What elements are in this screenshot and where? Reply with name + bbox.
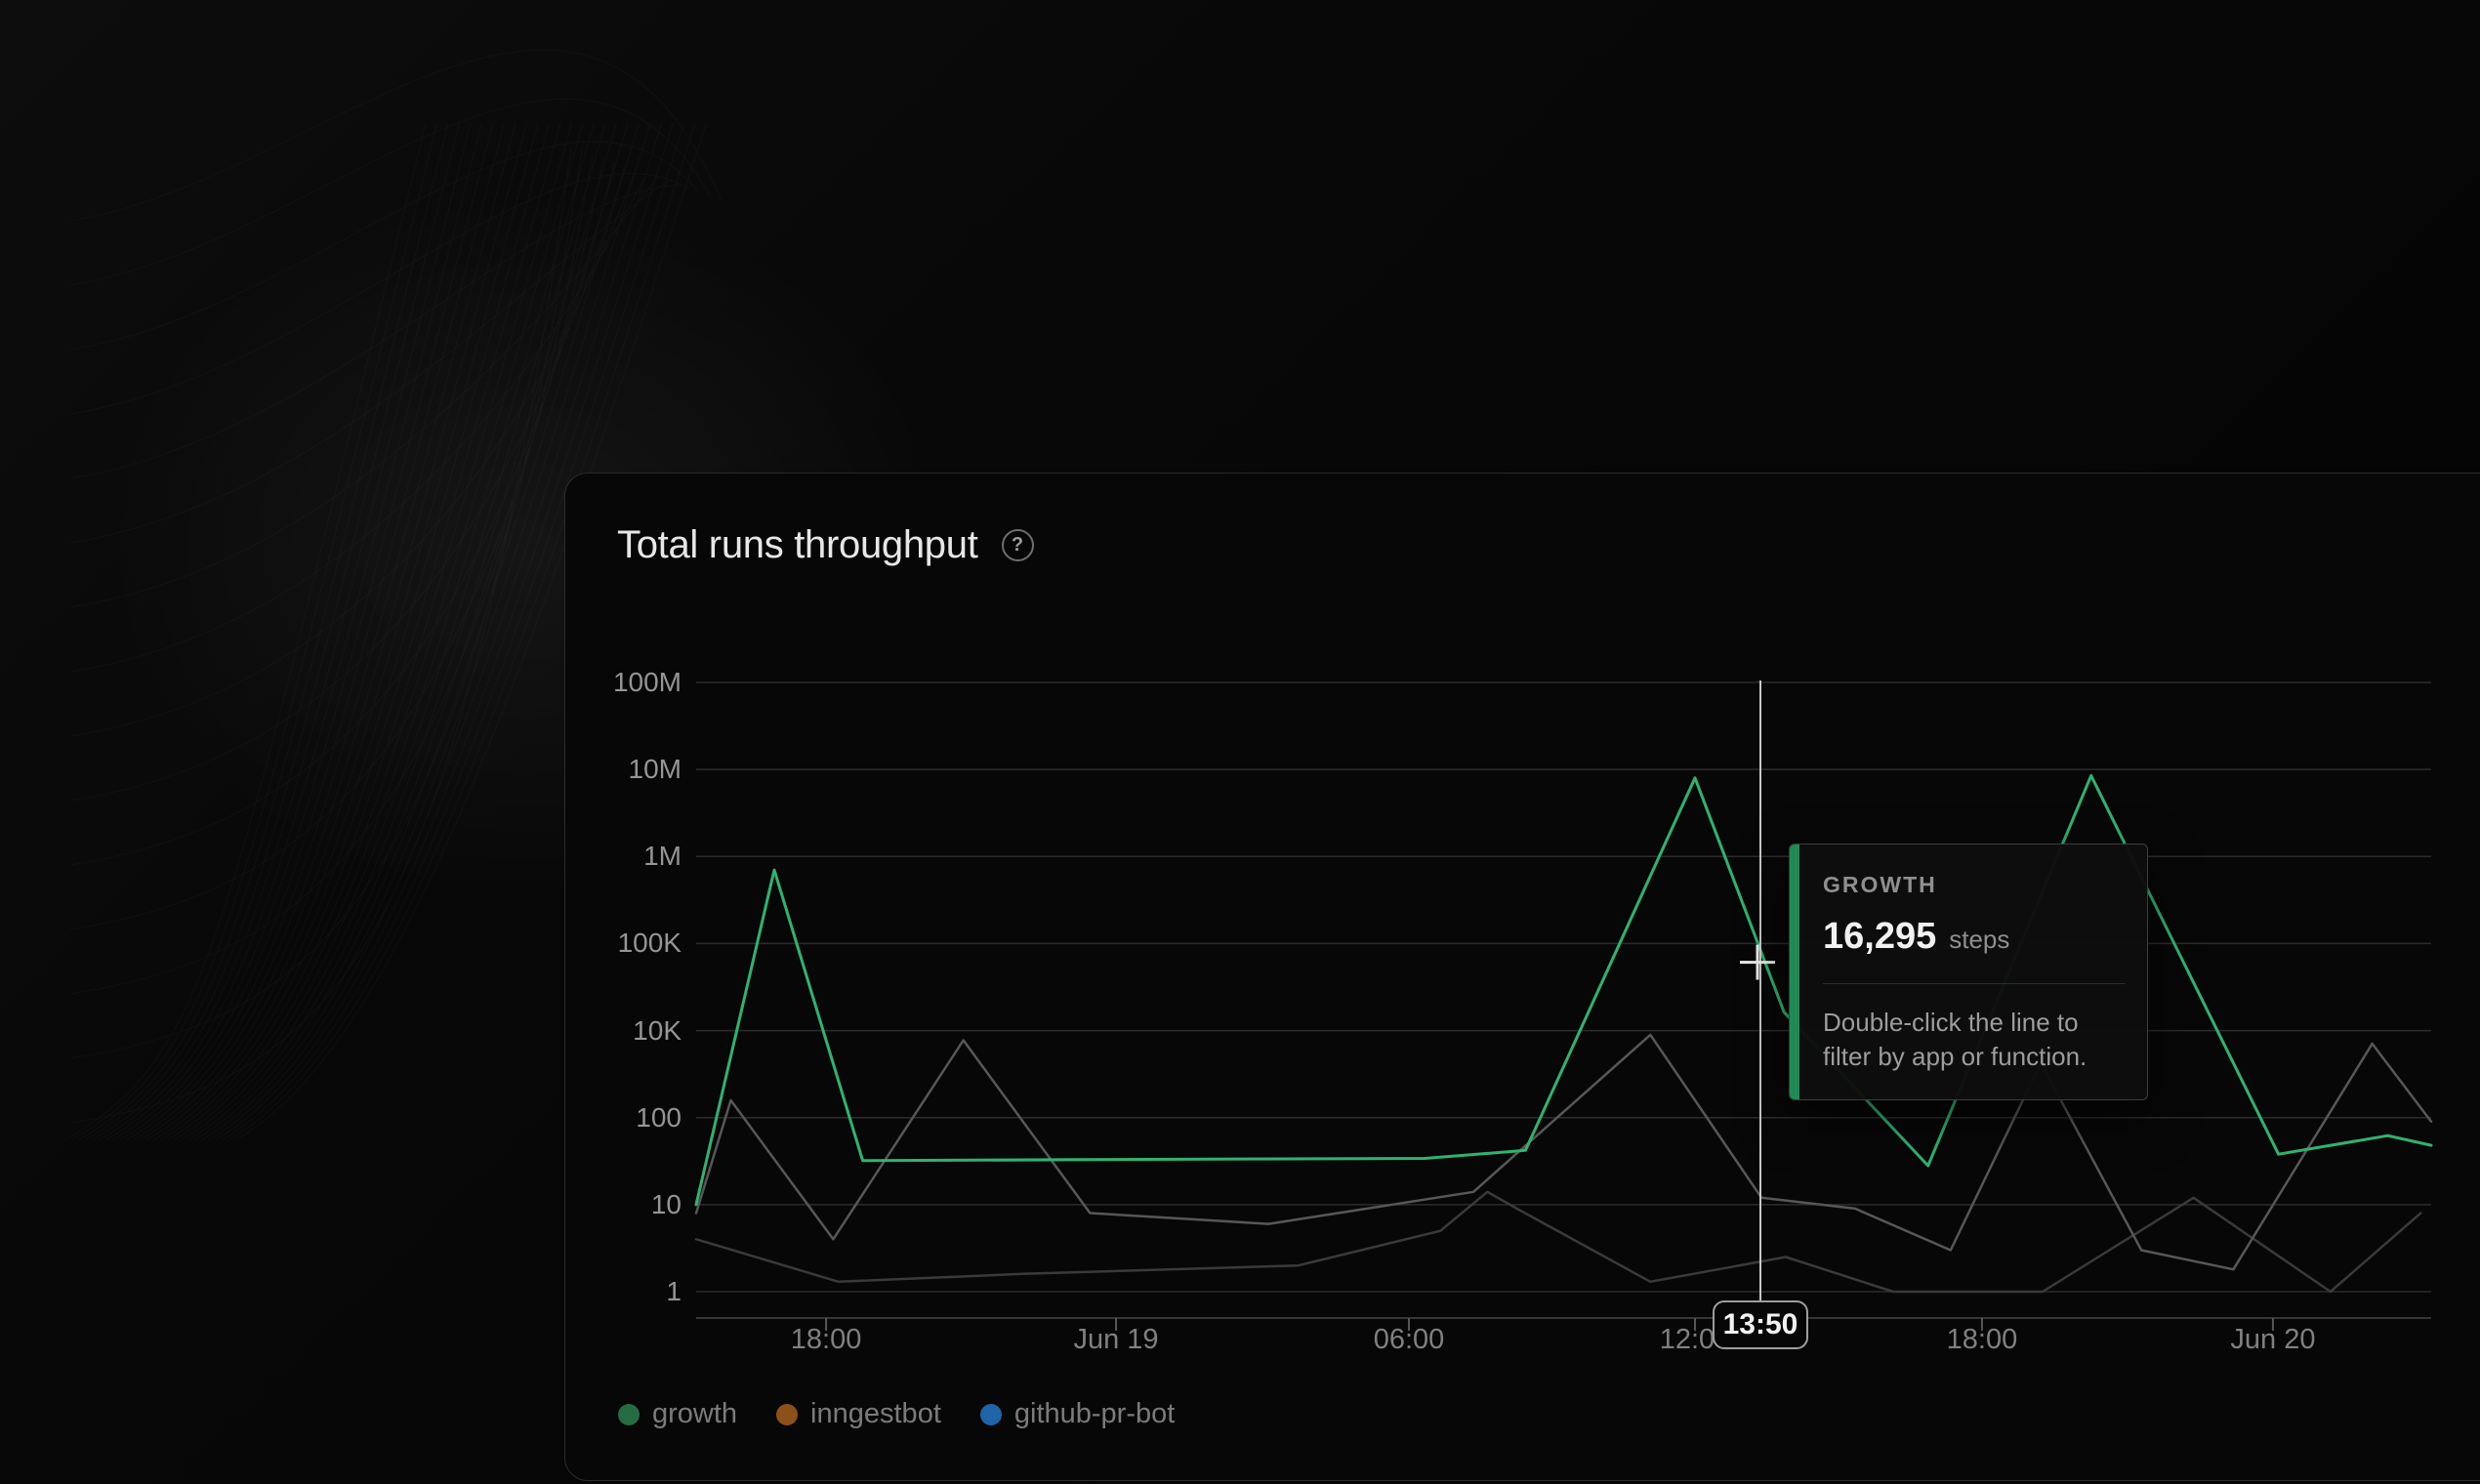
help-icon[interactable]: ? <box>1002 529 1034 561</box>
tooltip-body: GROWTH 16,295 steps Double-click the lin… <box>1790 845 2147 1099</box>
y-axis-label: 1 <box>0 1277 682 1306</box>
legend-dot-icon <box>618 1404 640 1425</box>
chart-legend: growth inngestbot github-pr-bot <box>618 1398 1175 1430</box>
card-header: Total runs throughput ? <box>617 523 1034 567</box>
y-axis-label: 1M <box>0 842 682 871</box>
chart-tooltip: GROWTH 16,295 steps Double-click the lin… <box>1789 844 2148 1100</box>
x-axis-label: Jun 20 <box>2175 1324 2371 1355</box>
tooltip-hint: Double-click the line to filter by app o… <box>1823 1006 2121 1074</box>
tooltip-accent-bar <box>1790 845 1799 1099</box>
dashboard-page: Total runs throughput ? 100M 10M 1M 100K 10K… <box>0 0 2480 1484</box>
y-axis-label: 10 <box>0 1190 682 1219</box>
legend-item-growth[interactable]: growth <box>618 1398 737 1430</box>
x-axis-label: 18:00 <box>728 1324 924 1355</box>
y-axis-label: 10K <box>0 1016 682 1046</box>
y-axis-label: 100M <box>0 668 682 697</box>
time-cursor-label: 13:50 <box>1723 1308 1798 1341</box>
legend-label: growth <box>652 1398 737 1430</box>
x-axis-label: 18:00 <box>1884 1324 2080 1355</box>
legend-item-inngestbot[interactable]: inngestbot <box>776 1398 941 1430</box>
y-axis-label: 100K <box>0 928 682 958</box>
legend-dot-icon <box>776 1404 798 1425</box>
x-axis-label: 06:00 <box>1311 1324 1507 1355</box>
tooltip-series-name: GROWTH <box>1823 872 2126 898</box>
legend-dot-icon <box>980 1404 1002 1425</box>
page-title: Total runs throughput <box>617 523 978 567</box>
time-cursor-badge: 13:50 <box>1713 1300 1808 1349</box>
y-axis-label: 100 <box>0 1103 682 1133</box>
x-axis-label: Jun 19 <box>1018 1324 1214 1355</box>
y-axis-label: 10M <box>0 755 682 784</box>
legend-label: github-pr-bot <box>1014 1398 1175 1430</box>
tooltip-value-row: 16,295 steps <box>1823 916 2126 958</box>
legend-label: inngestbot <box>810 1398 941 1430</box>
tooltip-divider <box>1823 983 2126 984</box>
tooltip-unit: steps <box>1949 925 2009 955</box>
legend-item-github-pr-bot[interactable]: github-pr-bot <box>980 1398 1175 1430</box>
tooltip-value: 16,295 <box>1823 916 1936 958</box>
